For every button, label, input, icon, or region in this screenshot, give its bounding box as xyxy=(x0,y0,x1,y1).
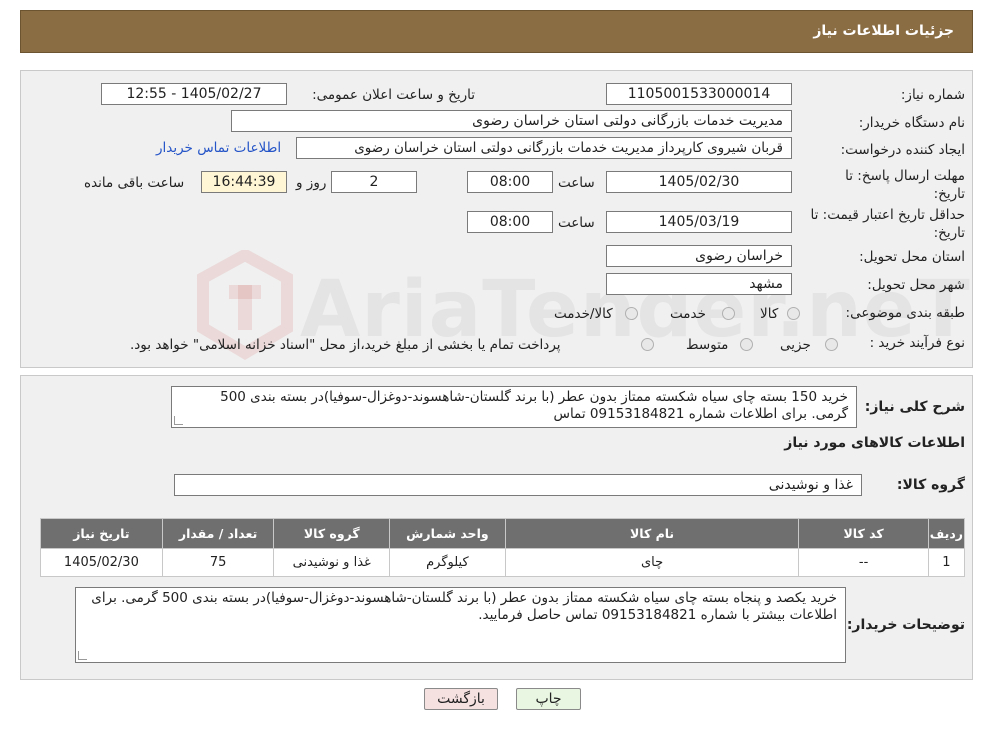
process-minor-label: جزیی xyxy=(780,337,811,353)
category-label: طبقه بندی موضوعی: xyxy=(845,305,965,321)
reply-date-field[interactable]: 1405/02/30 xyxy=(606,171,792,193)
process-medium-radio[interactable] xyxy=(740,338,753,351)
resize-grip-icon[interactable] xyxy=(174,416,183,425)
summary-label: شرح کلی نیاز: xyxy=(864,399,965,415)
category-goods-service-radio[interactable] xyxy=(625,307,638,320)
col-row-number: ردیف xyxy=(927,518,966,549)
col-item-code: کد کالا xyxy=(798,518,929,549)
category-goods-label: کالا xyxy=(760,306,779,322)
table-row: 1 -- چای کیلوگرم غذا و نوشیدنی 75 1405/0… xyxy=(40,548,966,577)
goods-table: ردیف کد کالا نام کالا واحد شمارش گروه کا… xyxy=(40,518,966,577)
reply-deadline-label: مهلت ارسال پاسخ: تا تاریخ: xyxy=(845,168,965,202)
city-field[interactable]: مشهد xyxy=(606,273,792,295)
category-service-label: خدمت xyxy=(670,306,706,322)
buyer-notes-text: خرید یکصد و پنجاه بسته چای سیاه شکسته مم… xyxy=(91,590,837,623)
cell-unit: کیلوگرم xyxy=(389,548,506,577)
category-service-radio[interactable] xyxy=(722,307,735,320)
back-button[interactable]: بازگشت xyxy=(424,688,498,710)
treasury-payment-checkbox[interactable] xyxy=(641,338,654,351)
city-label: شهر محل تحویل: xyxy=(867,277,965,293)
reply-time-field[interactable]: 08:00 xyxy=(467,171,553,193)
goods-group-label: گروه کالا: xyxy=(896,477,965,493)
price-validity-time-field[interactable]: 08:00 xyxy=(467,211,553,233)
page-header: جزئیات اطلاعات نیاز xyxy=(20,10,973,53)
col-goods-group: گروه کالا xyxy=(273,518,391,549)
resize-grip-icon[interactable] xyxy=(78,651,87,660)
creator-field[interactable]: قربان شیروی کارپرداز مدیریت خدمات بازرگا… xyxy=(296,137,792,159)
col-item-name: نام کالا xyxy=(504,518,800,549)
col-need-date: تاریخ نیاز xyxy=(40,518,163,549)
summary-text: خرید 150 بسته چای سیاه شکسته ممتاز بدون … xyxy=(220,389,848,422)
reply-time-label: ساعت xyxy=(558,175,595,191)
cell-goods-group: غذا و نوشیدنی xyxy=(273,548,391,577)
buyer-notes-textarea[interactable]: خرید یکصد و پنجاه بسته چای سیاه شکسته مم… xyxy=(75,587,846,663)
price-validity-label: حداقل تاریخ اعتبار قیمت: تا تاریخ: xyxy=(810,207,965,241)
process-label: نوع فرآیند خرید : xyxy=(869,335,965,351)
cell-item-name: چای xyxy=(504,548,800,577)
buyer-org-label: نام دستگاه خریدار: xyxy=(858,115,965,131)
print-button[interactable]: چاپ xyxy=(516,688,581,710)
cell-need-date: 1405/02/30 xyxy=(40,548,163,577)
need-number-label: شماره نیاز: xyxy=(900,87,965,103)
category-goods-service-label: کالا/خدمت xyxy=(554,306,613,322)
col-quantity: تعداد / مقدار xyxy=(161,518,275,549)
page-title: جزئیات اطلاعات نیاز xyxy=(813,23,954,39)
province-field[interactable]: خراسان رضوی xyxy=(606,245,792,267)
cell-item-code: -- xyxy=(798,548,929,577)
time-remaining-label: ساعت باقی مانده xyxy=(84,175,185,191)
price-validity-date-field[interactable]: 1405/03/19 xyxy=(606,211,792,233)
province-label: استان محل تحویل: xyxy=(859,249,965,265)
need-number-field[interactable]: 1105001533000014 xyxy=(606,83,792,105)
days-label: روز و xyxy=(296,175,327,191)
announce-date-field[interactable]: 1405/02/27 - 12:55 xyxy=(101,83,287,105)
goods-info-title: اطلاعات کالاهای مورد نیاز xyxy=(784,435,965,451)
buyer-contact-link[interactable]: اطلاعات تماس خریدار xyxy=(156,140,281,156)
table-header-row: ردیف کد کالا نام کالا واحد شمارش گروه کا… xyxy=(40,518,966,549)
process-medium-label: متوسط xyxy=(686,337,729,353)
time-remaining-field[interactable]: 16:44:39 xyxy=(201,171,287,193)
summary-textarea[interactable]: خرید 150 بسته چای سیاه شکسته ممتاز بدون … xyxy=(171,386,857,428)
goods-group-field[interactable]: غذا و نوشیدنی xyxy=(174,474,862,496)
creator-label: ایجاد کننده درخواست: xyxy=(840,142,965,158)
process-minor-radio[interactable] xyxy=(825,338,838,351)
buyer-notes-label: توضیحات خریدار: xyxy=(846,617,965,633)
buyer-org-field[interactable]: مدیریت خدمات بازرگانی دولتی استان خراسان… xyxy=(231,110,792,132)
category-goods-radio[interactable] xyxy=(787,307,800,320)
announce-date-label: تاریخ و ساعت اعلان عمومی: xyxy=(312,87,475,103)
col-unit: واحد شمارش xyxy=(389,518,506,549)
treasury-payment-note: پرداخت تمام یا بخشی از مبلغ خرید،از محل … xyxy=(130,337,561,353)
days-remaining-field[interactable]: 2 xyxy=(331,171,417,193)
cell-quantity: 75 xyxy=(161,548,275,577)
price-validity-time-label: ساعت xyxy=(558,215,595,231)
cell-row-number: 1 xyxy=(927,548,966,577)
